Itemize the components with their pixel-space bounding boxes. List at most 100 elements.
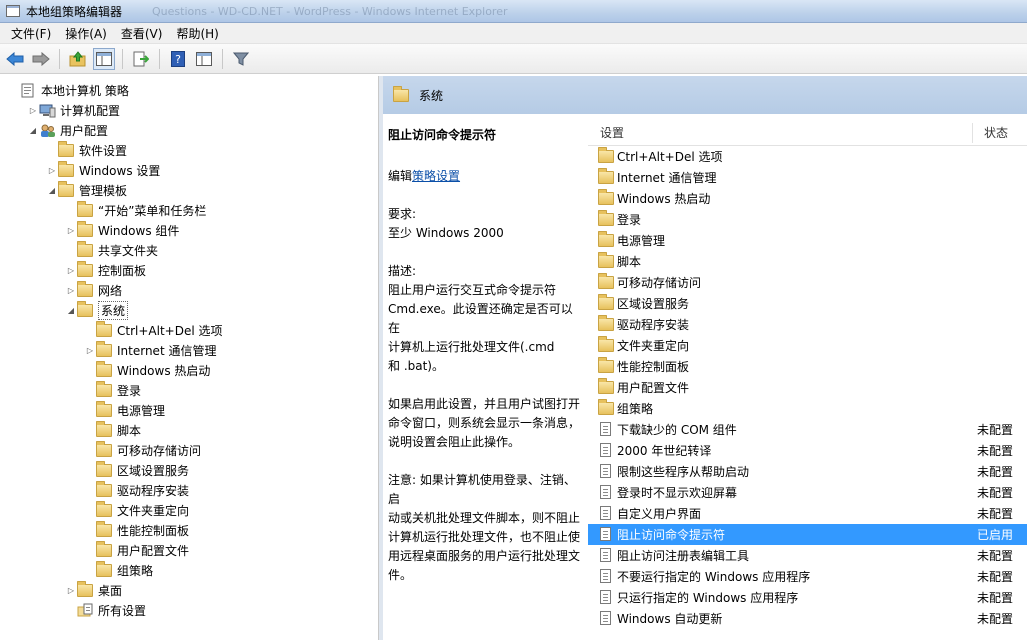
tree-item[interactable]: “开始”菜单和任务栏 bbox=[65, 200, 206, 220]
menu-view[interactable]: 查看(V) bbox=[114, 25, 170, 42]
menu-help[interactable]: 帮助(H) bbox=[169, 25, 225, 42]
policy-tree[interactable]: 本地计算机 策略 ▷ 计算机配置 ◢ 用户配置 软件设置 ▷ Windows 设置 ◢ 管理模板 “… bbox=[0, 76, 379, 640]
column-divider[interactable] bbox=[972, 123, 973, 143]
list-setting-item[interactable]: 自定义用户界面 未配置 bbox=[588, 503, 1027, 524]
list-folder-item[interactable]: 脚本 bbox=[588, 251, 1027, 272]
list-folder-item[interactable]: 文件夹重定向 bbox=[588, 335, 1027, 356]
tree-item[interactable]: ◢ 用户配置 bbox=[27, 120, 108, 140]
tree-item[interactable]: 电源管理 bbox=[84, 400, 165, 420]
list-setting-item[interactable]: 2000 年世纪转译 未配置 bbox=[588, 440, 1027, 461]
column-header-status[interactable]: 状态 bbox=[984, 124, 1008, 141]
help-button[interactable]: ? bbox=[167, 48, 189, 70]
tree-item[interactable]: 所有设置 bbox=[65, 600, 146, 620]
filter-button[interactable] bbox=[230, 48, 252, 70]
list-setting-item[interactable]: 阻止访问命令提示符 已启用 bbox=[588, 524, 1027, 545]
expand-arrow-icon[interactable]: ▷ bbox=[65, 280, 77, 300]
folder-icon bbox=[598, 315, 614, 331]
toolbar-separator bbox=[59, 48, 60, 69]
list-folder-item[interactable]: 区域设置服务 bbox=[588, 293, 1027, 314]
tree-item[interactable]: ▷ 计算机配置 bbox=[27, 100, 120, 120]
menu-file[interactable]: 文件(F) bbox=[4, 25, 58, 42]
list-item-status: 未配置 bbox=[977, 423, 1014, 437]
list-setting-item[interactable]: 只运行指定的 Windows 应用程序 未配置 bbox=[588, 587, 1027, 608]
tree-item[interactable]: 区域设置服务 bbox=[84, 460, 189, 480]
expand-arrow-icon[interactable]: ▷ bbox=[27, 100, 39, 120]
tree-item[interactable]: 共享文件夹 bbox=[65, 240, 158, 260]
list-folder-item[interactable]: Ctrl+Alt+Del 选项 bbox=[588, 146, 1027, 167]
list-item-label: 下载缺少的 COM 组件 bbox=[617, 423, 737, 437]
toolbar-separator bbox=[159, 48, 160, 69]
back-button[interactable] bbox=[4, 48, 26, 70]
tree-item[interactable]: ▷ 桌面 bbox=[65, 580, 122, 600]
tree-item[interactable]: ▷ 控制面板 bbox=[65, 260, 146, 280]
list-folder-item[interactable]: Windows 热启动 bbox=[588, 188, 1027, 209]
column-header-setting[interactable]: 设置 bbox=[600, 124, 624, 141]
collapse-arrow-icon[interactable]: ◢ bbox=[46, 180, 58, 200]
tree-item[interactable]: ▷ Windows 组件 bbox=[65, 220, 179, 240]
tree-item[interactable]: Ctrl+Alt+Del 选项 bbox=[84, 320, 222, 340]
tree-item-label: 组策略 bbox=[117, 563, 154, 578]
list-folder-item[interactable]: 性能控制面板 bbox=[588, 356, 1027, 377]
folder-icon bbox=[598, 399, 614, 415]
show-hide-tree-button[interactable] bbox=[93, 47, 115, 70]
expand-arrow-icon[interactable]: ▷ bbox=[65, 220, 77, 240]
tree-item[interactable]: 性能控制面板 bbox=[84, 520, 189, 540]
menu-action[interactable]: 操作(A) bbox=[58, 25, 114, 42]
list-folder-item[interactable]: Internet 通信管理 bbox=[588, 167, 1027, 188]
tree-item[interactable]: 组策略 bbox=[84, 560, 153, 580]
folder-icon bbox=[58, 160, 74, 177]
tree-item[interactable]: ▷ 网络 bbox=[65, 280, 122, 300]
expand-arrow-icon[interactable]: ▷ bbox=[46, 160, 58, 180]
collapse-arrow-icon[interactable]: ◢ bbox=[27, 120, 39, 140]
list-folder-item[interactable]: 驱动程序安装 bbox=[588, 314, 1027, 335]
list-setting-item[interactable]: 限制这些程序从帮助启动 未配置 bbox=[588, 461, 1027, 482]
expand-arrow-icon[interactable]: ▷ bbox=[65, 260, 77, 280]
list-setting-item[interactable]: 阻止访问注册表编辑工具 未配置 bbox=[588, 545, 1027, 566]
tree-item[interactable]: 本地计算机 策略 bbox=[8, 80, 129, 100]
edit-policy-link[interactable]: 策略设置 bbox=[412, 169, 460, 183]
list-setting-item[interactable]: Windows 自动更新 未配置 bbox=[588, 608, 1027, 629]
tree-item[interactable]: 用户配置文件 bbox=[84, 540, 189, 560]
tree-item[interactable]: ◢ 系统 bbox=[65, 300, 129, 320]
list-item-label: 登录 bbox=[617, 213, 642, 227]
tree-item[interactable]: 登录 bbox=[84, 380, 141, 400]
tree-item[interactable]: ◢ 管理模板 bbox=[46, 180, 127, 200]
list-item-status: 未配置 bbox=[977, 465, 1014, 479]
properties-button[interactable] bbox=[193, 48, 215, 70]
export-list-button[interactable] bbox=[130, 48, 152, 70]
list-folder-item[interactable]: 用户配置文件 bbox=[588, 377, 1027, 398]
up-one-level-button[interactable] bbox=[67, 48, 89, 70]
tree-item[interactable]: ▷ Internet 通信管理 bbox=[84, 340, 216, 360]
expand-arrow-icon[interactable]: ▷ bbox=[84, 340, 96, 360]
list-folder-item[interactable]: 可移动存储访问 bbox=[588, 272, 1027, 293]
list-folder-item[interactable]: 组策略 bbox=[588, 398, 1027, 419]
folder-icon bbox=[77, 280, 93, 297]
list-setting-item[interactable]: 登录时不显示欢迎屏幕 未配置 bbox=[588, 482, 1027, 503]
forward-button[interactable] bbox=[30, 48, 52, 70]
policy-setting-icon bbox=[600, 422, 611, 436]
list-item-status: 未配置 bbox=[977, 570, 1014, 584]
requirements-label: 要求: bbox=[388, 207, 417, 221]
tree-item[interactable]: 可移动存储访问 bbox=[84, 440, 201, 460]
list-folder-item[interactable]: 登录 bbox=[588, 209, 1027, 230]
tree-item[interactable]: 驱动程序安装 bbox=[84, 480, 189, 500]
list-item-label: Internet 通信管理 bbox=[617, 171, 717, 185]
list-setting-item[interactable]: 不要运行指定的 Windows 应用程序 未配置 bbox=[588, 566, 1027, 587]
toolbar-separator bbox=[222, 48, 223, 69]
list-item-label: 不要运行指定的 Windows 应用程序 bbox=[617, 570, 811, 584]
tree-item[interactable]: Windows 热启动 bbox=[84, 360, 210, 380]
tree-item[interactable]: 软件设置 bbox=[46, 140, 127, 160]
tree-item[interactable]: 脚本 bbox=[84, 420, 141, 440]
list-folder-item[interactable]: 电源管理 bbox=[588, 230, 1027, 251]
policy-setting-icon bbox=[600, 506, 611, 520]
tree-item[interactable]: ▷ Windows 设置 bbox=[46, 160, 160, 180]
policy-setting-icon bbox=[600, 548, 611, 562]
list-setting-item[interactable]: 下载缺少的 COM 组件 未配置 bbox=[588, 419, 1027, 440]
tree-item[interactable]: 文件夹重定向 bbox=[84, 500, 189, 520]
policy-setting-icon bbox=[600, 443, 611, 457]
collapse-arrow-icon[interactable]: ◢ bbox=[65, 300, 77, 320]
expand-arrow-icon[interactable]: ▷ bbox=[65, 580, 77, 600]
